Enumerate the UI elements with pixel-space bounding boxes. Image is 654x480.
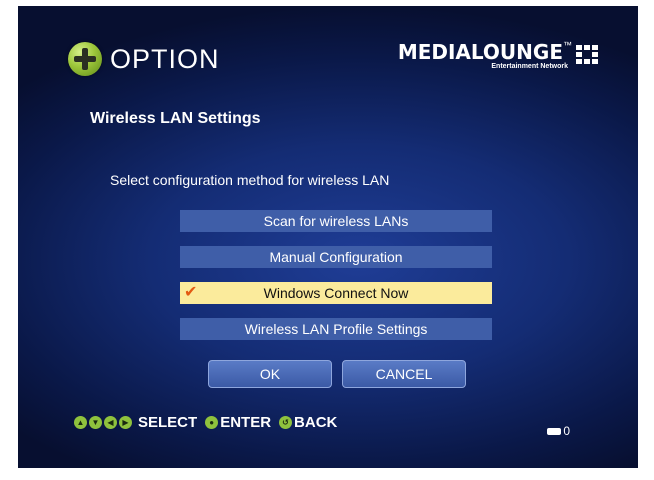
footer-hints: ▲ ▼ ◀ ▶ SELECT ● ENTER ↺ BACK [74, 414, 337, 431]
enter-icon: ● [205, 416, 219, 429]
select-hint: SELECT [138, 414, 198, 431]
brand-name: MEDIALOUNGE [397, 40, 563, 64]
down-arrow-icon: ▼ [89, 416, 102, 429]
section-title: Wireless LAN Settings [90, 110, 261, 127]
enter-hint: ENTER [220, 414, 272, 431]
right-arrow-icon: ▶ [119, 416, 132, 429]
brand-tm: ™ [563, 40, 572, 50]
back-hint: BACK [294, 414, 338, 431]
ok-button[interactable]: OK [208, 360, 332, 388]
page-counter: 0 [547, 424, 570, 438]
tv-screen: OPTION MEDIALOUNGE™ Entertainment Networ… [18, 6, 638, 468]
up-arrow-icon: ▲ [74, 416, 87, 429]
menu-item-label: Manual Configuration [269, 249, 403, 265]
instruction-text: Select configuration method for wireless… [110, 172, 390, 188]
menu-item-windows-connect-now[interactable]: ✔ Windows Connect Now [180, 282, 492, 304]
left-arrow-icon: ◀ [104, 416, 117, 429]
menu-item-manual[interactable]: Manual Configuration [180, 246, 492, 268]
back-icon: ↺ [279, 416, 293, 429]
config-menu: Scan for wireless LANs Manual Configurat… [180, 210, 492, 354]
menu-item-label: Scan for wireless LANs [263, 213, 409, 229]
menu-item-profile-settings[interactable]: Wireless LAN Profile Settings [180, 318, 492, 340]
menu-item-scan[interactable]: Scan for wireless LANs [180, 210, 492, 232]
counter-value: 0 [563, 424, 570, 438]
check-icon: ✔ [184, 284, 198, 301]
cancel-button[interactable]: CANCEL [342, 360, 466, 388]
brand-grid-icon [576, 44, 598, 65]
plus-icon [68, 42, 102, 76]
page-title: OPTION [110, 43, 220, 74]
brand-logo: MEDIALOUNGE™ Entertainment Network [398, 40, 598, 70]
menu-item-label: Wireless LAN Profile Settings [244, 321, 428, 337]
bar-icon [547, 427, 562, 435]
menu-item-label: Windows Connect Now [263, 285, 409, 301]
header: OPTION [68, 42, 220, 76]
